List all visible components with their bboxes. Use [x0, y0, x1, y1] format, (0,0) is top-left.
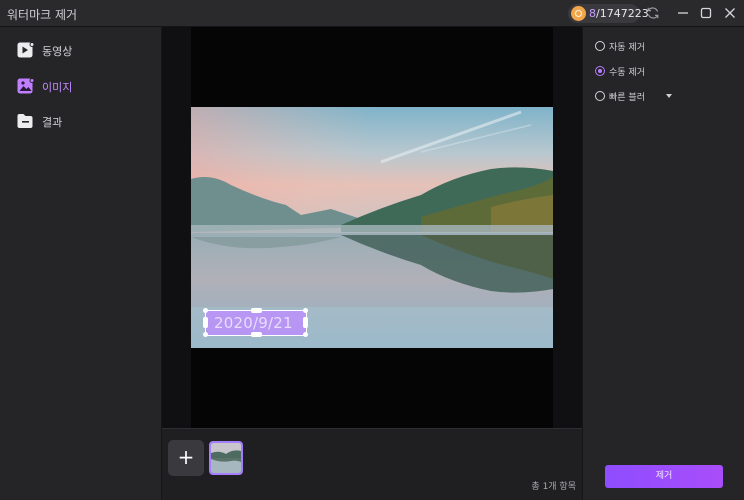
- item-count: 총 1개 항목: [531, 482, 576, 492]
- option-label: 자동 제거: [609, 43, 645, 53]
- resize-handle-bottom-left[interactable]: [203, 332, 208, 337]
- chevron-down-icon[interactable]: [666, 94, 672, 98]
- sidebar-item-label: 이미지: [42, 81, 73, 94]
- credits-badge[interactable]: 8/1747223: [568, 4, 649, 23]
- resize-handle-top[interactable]: [251, 308, 262, 313]
- option-label: 빠른 블러: [609, 93, 645, 103]
- image-icon: [17, 78, 35, 94]
- close-icon[interactable]: [723, 6, 737, 20]
- watermark-text: 2020/9/21: [214, 314, 293, 332]
- resize-handle-top-left[interactable]: [203, 308, 208, 313]
- option-manual-remove[interactable]: 수동 제거: [595, 65, 735, 79]
- video-icon: [17, 42, 35, 58]
- sidebar: 동영상 이미지 결과: [0, 27, 162, 500]
- thumbnail-bar: + 총 1개 항목: [162, 428, 582, 500]
- credit-count: 8/1747223: [589, 7, 649, 20]
- radio-icon: [595, 41, 605, 51]
- title-bar: 워터마크 제거 8/1747223: [0, 0, 744, 27]
- preview-canvas: 2020/9/21: [162, 27, 582, 428]
- option-label: 수동 제거: [609, 68, 645, 78]
- sidebar-item-label: 동영상: [42, 45, 73, 58]
- sidebar-item-results[interactable]: 결과: [0, 106, 161, 136]
- resize-handle-bottom[interactable]: [251, 332, 262, 337]
- maximize-icon[interactable]: [699, 6, 713, 20]
- minimize-icon[interactable]: [676, 6, 690, 20]
- radio-selected-icon: [595, 66, 605, 76]
- sidebar-item-video[interactable]: 동영상: [0, 35, 161, 65]
- app-title: 워터마크 제거: [7, 8, 78, 22]
- resize-handle-top-right[interactable]: [303, 308, 308, 313]
- radio-icon: [595, 91, 605, 101]
- credit-suffix: /1747223: [596, 7, 649, 20]
- folder-icon: [17, 113, 35, 129]
- sidebar-item-image[interactable]: 이미지: [0, 71, 161, 101]
- add-image-button[interactable]: +: [168, 440, 204, 476]
- credit-prefix: 8: [589, 7, 596, 20]
- image-thumbnail[interactable]: [209, 441, 243, 475]
- option-auto-remove[interactable]: 자동 제거: [595, 40, 735, 54]
- refresh-icon[interactable]: [646, 6, 660, 20]
- remove-button[interactable]: 제거: [605, 465, 723, 488]
- resize-handle-right[interactable]: [303, 317, 308, 328]
- sidebar-item-label: 결과: [42, 116, 63, 129]
- options-panel: 자동 제거 수동 제거 빠른 블러 제거: [582, 27, 744, 500]
- option-quick-blur[interactable]: 빠른 블러: [595, 90, 735, 104]
- resize-handle-left[interactable]: [203, 317, 208, 328]
- resize-handle-bottom-right[interactable]: [303, 332, 308, 337]
- coin-icon: [571, 6, 586, 21]
